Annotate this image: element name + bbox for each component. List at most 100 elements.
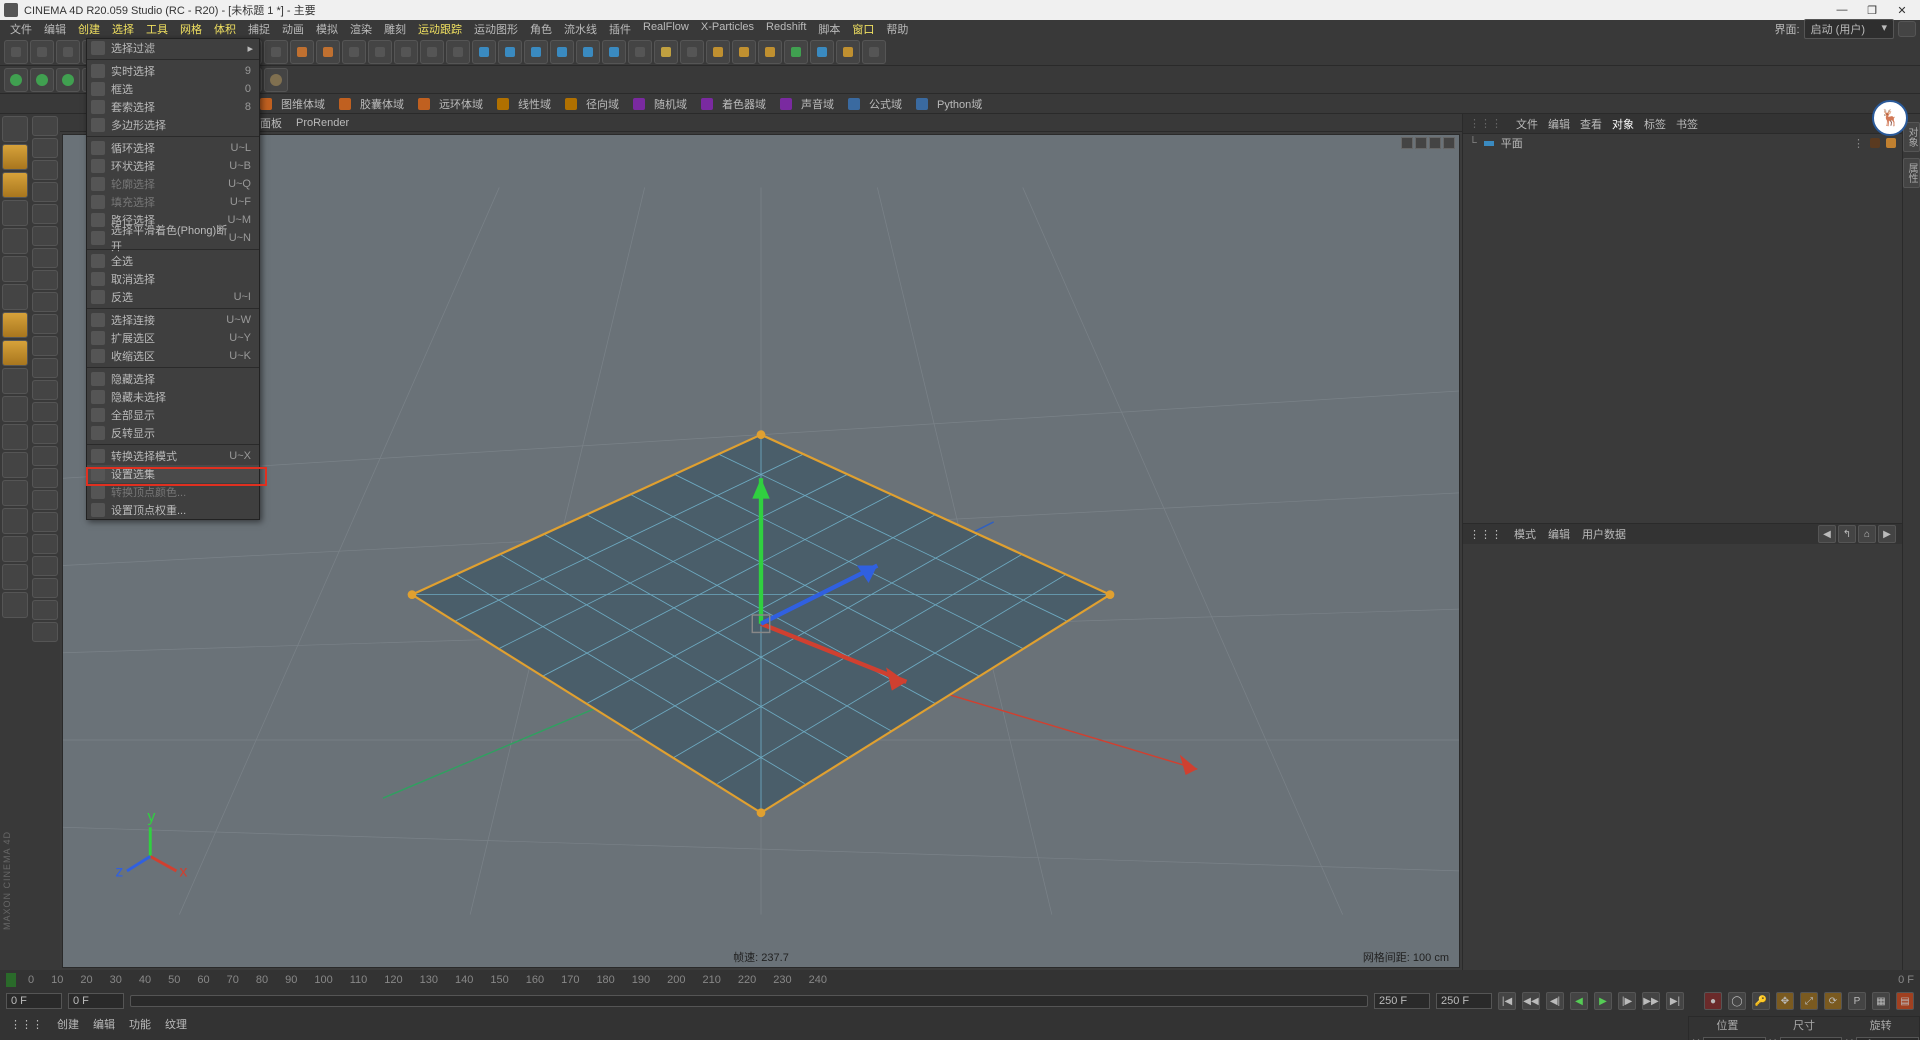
menu-文件[interactable]: 文件: [4, 19, 38, 39]
menu-item-选择过滤[interactable]: 选择过滤: [87, 39, 259, 57]
menu-item-框选[interactable]: 框选0: [87, 80, 259, 98]
interface-select[interactable]: 启动 (用户): [1804, 19, 1894, 39]
menu-雕刻[interactable]: 雕刻: [378, 19, 412, 39]
goto-end-button[interactable]: ▶|: [1666, 992, 1684, 1010]
left-tool2-18[interactable]: [32, 512, 58, 532]
field-线性域[interactable]: 线性域: [512, 95, 557, 113]
menu-运动跟踪[interactable]: 运动跟踪: [412, 19, 468, 39]
playhead-icon[interactable]: [6, 973, 16, 987]
timeline-current-field[interactable]: 0 F: [68, 993, 124, 1009]
field-公式域[interactable]: 公式域: [863, 95, 908, 113]
toolbar-button-18[interactable]: [472, 40, 496, 64]
menu-模拟[interactable]: 模拟: [310, 19, 344, 39]
key-pos-button[interactable]: ✥: [1776, 992, 1794, 1010]
next-key-button[interactable]: ▶▶: [1642, 992, 1660, 1010]
viewport-mini-3[interactable]: [1429, 137, 1441, 149]
object-tree[interactable]: └ 平面 ⋮: [1463, 134, 1902, 524]
menu-item-实时选择[interactable]: 实时选择9: [87, 62, 259, 80]
left-tool2-0[interactable]: [32, 116, 58, 136]
viewport[interactable]: y x z 帧速: 237.7 网格间距: 100 cm: [62, 134, 1460, 968]
attr-tab-edit[interactable]: 编辑: [1548, 526, 1570, 542]
timeline-slider[interactable]: [130, 995, 1368, 1007]
menu-item-扩展选区[interactable]: 扩展选区U~Y: [87, 329, 259, 347]
left-tool2-11[interactable]: [32, 358, 58, 378]
left-tool2-15[interactable]: [32, 446, 58, 466]
menu-item-选择连接[interactable]: 选择连接U~W: [87, 311, 259, 329]
menu-创建[interactable]: 创建: [72, 19, 106, 39]
viewport-mini-2[interactable]: [1415, 137, 1427, 149]
field-胶囊体域[interactable]: 胶囊体域: [354, 95, 410, 113]
mat-tab-tex[interactable]: 纹理: [165, 1016, 187, 1032]
generator-button-0[interactable]: [4, 68, 28, 92]
left-tool2-4[interactable]: [32, 204, 58, 224]
om-tab-file[interactable]: 文件: [1516, 116, 1538, 132]
key-scale-button[interactable]: ⤢: [1800, 992, 1818, 1010]
toolbar-button-28[interactable]: [732, 40, 756, 64]
menu-item-收缩选区[interactable]: 收缩选区U~K: [87, 347, 259, 365]
timeline-end-field-2[interactable]: 250 F: [1436, 993, 1492, 1009]
mat-tab-edit[interactable]: 编辑: [93, 1016, 115, 1032]
left-tool-14[interactable]: [2, 508, 28, 534]
field-图维体域[interactable]: 图维体域: [275, 95, 331, 113]
left-tool-0[interactable]: [2, 116, 28, 142]
attr-tab-userdata[interactable]: 用户数据: [1582, 526, 1626, 542]
menu-item-设置顶点权重...[interactable]: 设置顶点权重...: [87, 501, 259, 519]
toolbar-button-29[interactable]: [758, 40, 782, 64]
left-tool-11[interactable]: [2, 424, 28, 450]
sidebar-tab-2[interactable]: 属性: [1903, 158, 1920, 188]
toolbar-button-14[interactable]: [368, 40, 392, 64]
menu-流水线[interactable]: 流水线: [558, 19, 603, 39]
key-param-button[interactable]: P: [1848, 992, 1866, 1010]
left-tool2-7[interactable]: [32, 270, 58, 290]
om-tab-object[interactable]: 对象: [1612, 116, 1634, 132]
size-X[interactable]: [1780, 1037, 1843, 1040]
prev-key-button[interactable]: ◀◀: [1522, 992, 1540, 1010]
om-tab-bookmark[interactable]: 书签: [1676, 116, 1698, 132]
menu-角色[interactable]: 角色: [524, 19, 558, 39]
left-tool2-6[interactable]: [32, 248, 58, 268]
left-tool2-13[interactable]: [32, 402, 58, 422]
timeline-end-field-1[interactable]: 250 F: [1374, 993, 1430, 1009]
key-button[interactable]: 🔑: [1752, 992, 1770, 1010]
left-tool2-10[interactable]: [32, 336, 58, 356]
field-径向域[interactable]: 径向域: [580, 95, 625, 113]
menu-体积[interactable]: 体积: [208, 19, 242, 39]
toolbar-button-20[interactable]: [524, 40, 548, 64]
left-tool-15[interactable]: [2, 536, 28, 562]
menu-工具[interactable]: 工具: [140, 19, 174, 39]
left-tool-8[interactable]: [2, 340, 28, 366]
next-frame-button[interactable]: |▶: [1618, 992, 1636, 1010]
toolbar-button-17[interactable]: [446, 40, 470, 64]
toolbar-button-11[interactable]: [290, 40, 314, 64]
viewport-tab-panel[interactable]: 面板: [260, 115, 282, 131]
toolbar-button-31[interactable]: [810, 40, 834, 64]
goto-start-button[interactable]: |◀: [1498, 992, 1516, 1010]
toolbar-button-1[interactable]: [30, 40, 54, 64]
timeline-ruler[interactable]: 0102030405060708090100110120130140150160…: [0, 970, 1920, 990]
layout-lock-icon[interactable]: [1898, 21, 1916, 37]
key-extra-button[interactable]: ▤: [1896, 992, 1914, 1010]
toolbar-button-12[interactable]: [316, 40, 340, 64]
toolbar-button-22[interactable]: [576, 40, 600, 64]
om-tab-tag[interactable]: 标签: [1644, 116, 1666, 132]
object-row-plane[interactable]: └ 平面 ⋮: [1463, 134, 1902, 152]
toolbar-button-26[interactable]: [680, 40, 704, 64]
prev-frame-button[interactable]: ◀|: [1546, 992, 1564, 1010]
field-远环体域[interactable]: 远环体域: [433, 95, 489, 113]
toolbar-button-13[interactable]: [342, 40, 366, 64]
toolbar-button-15[interactable]: [394, 40, 418, 64]
left-tool-3[interactable]: [2, 200, 28, 226]
maximize-button[interactable]: ❐: [1864, 4, 1880, 17]
left-tool-9[interactable]: [2, 368, 28, 394]
menu-item-转换选择模式[interactable]: 转换选择模式U~X: [87, 447, 259, 465]
menu-item-隐藏选择[interactable]: 隐藏选择: [87, 370, 259, 388]
tag-icon-2[interactable]: [1886, 138, 1896, 148]
left-tool-2[interactable]: [2, 172, 28, 198]
left-tool-17[interactable]: [2, 592, 28, 618]
left-tool2-8[interactable]: [32, 292, 58, 312]
menu-item-多边形选择[interactable]: 多边形选择: [87, 116, 259, 134]
left-tool-4[interactable]: [2, 228, 28, 254]
toolbar-button-23[interactable]: [602, 40, 626, 64]
toolbar-button-27[interactable]: [706, 40, 730, 64]
menu-item-全部显示[interactable]: 全部显示: [87, 406, 259, 424]
